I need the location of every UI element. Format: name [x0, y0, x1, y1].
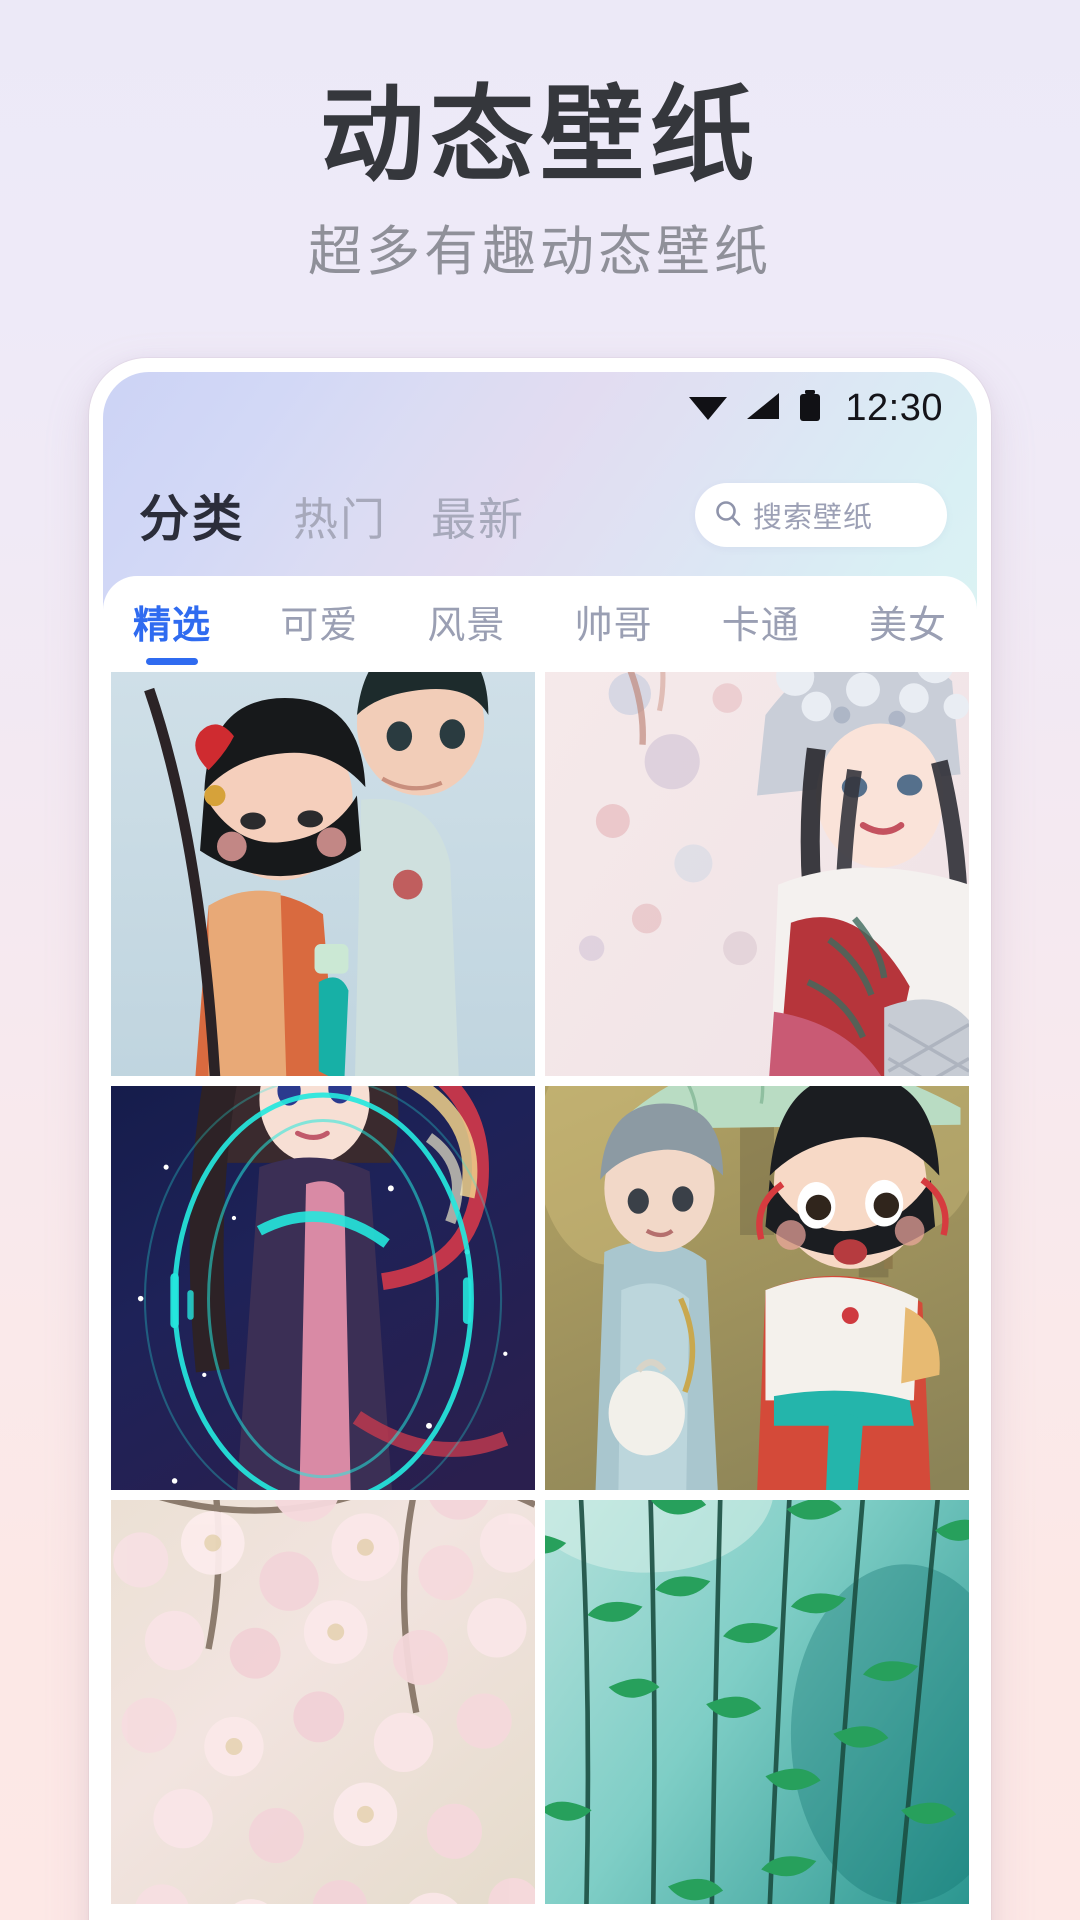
wallpaper-tile-4[interactable] — [545, 1086, 969, 1490]
tab-active-underline — [146, 658, 198, 665]
nav-item-hot[interactable]: 热门 — [293, 483, 387, 548]
status-bar: 12:30 — [103, 372, 977, 444]
tab-keai[interactable]: 可爱 — [272, 594, 366, 649]
phone-screen: 12:30 分类 热门 最新 搜索壁纸 精选 可爱 风景 帅哥 卡通 美女 — [103, 372, 977, 1920]
wallpaper-tile-5[interactable] — [111, 1500, 535, 1904]
wallpaper-tile-2[interactable] — [545, 672, 969, 1076]
wallpaper-tile-1[interactable] — [111, 672, 535, 1076]
nav-item-newest[interactable]: 最新 — [431, 483, 525, 548]
wifi-icon — [687, 391, 729, 426]
top-nav: 分类 热门 最新 搜索壁纸 — [103, 450, 977, 580]
phone-mockup: 12:30 分类 热门 最新 搜索壁纸 精选 可爱 风景 帅哥 卡通 美女 — [89, 358, 991, 1920]
promo-page: 动态壁纸 超多有趣动态壁纸 12:30 分类 热门 最新 搜索壁纸 精选 可爱 … — [0, 0, 1080, 1920]
signal-icon — [745, 391, 781, 426]
tab-fengjing[interactable]: 风景 — [419, 594, 513, 649]
promo-headline-block: 动态壁纸 超多有趣动态壁纸 — [0, 78, 1080, 285]
search-placeholder: 搜索壁纸 — [753, 502, 874, 534]
tab-shuaige[interactable]: 帅哥 — [567, 594, 661, 649]
wallpaper-grid[interactable] — [103, 672, 977, 1920]
nav-item-categories[interactable]: 分类 — [139, 479, 245, 551]
tab-label: 精选 — [133, 605, 212, 647]
page-subtitle: 超多有趣动态壁纸 — [308, 222, 772, 283]
wallpaper-tile-3[interactable] — [111, 1086, 535, 1490]
tab-jingxuan[interactable]: 精选 — [125, 594, 219, 665]
status-bar-clock: 12:30 — [845, 386, 943, 429]
category-tab-bar: 精选 可爱 风景 帅哥 卡通 美女 — [103, 576, 977, 672]
search-icon — [713, 498, 743, 533]
tab-katong[interactable]: 卡通 — [714, 594, 808, 649]
search-input[interactable]: 搜索壁纸 — [695, 483, 947, 547]
battery-icon — [797, 389, 823, 427]
tab-meinv[interactable]: 美女 — [861, 594, 955, 649]
page-title: 动态壁纸 — [319, 78, 760, 194]
wallpaper-tile-6[interactable] — [545, 1500, 969, 1904]
